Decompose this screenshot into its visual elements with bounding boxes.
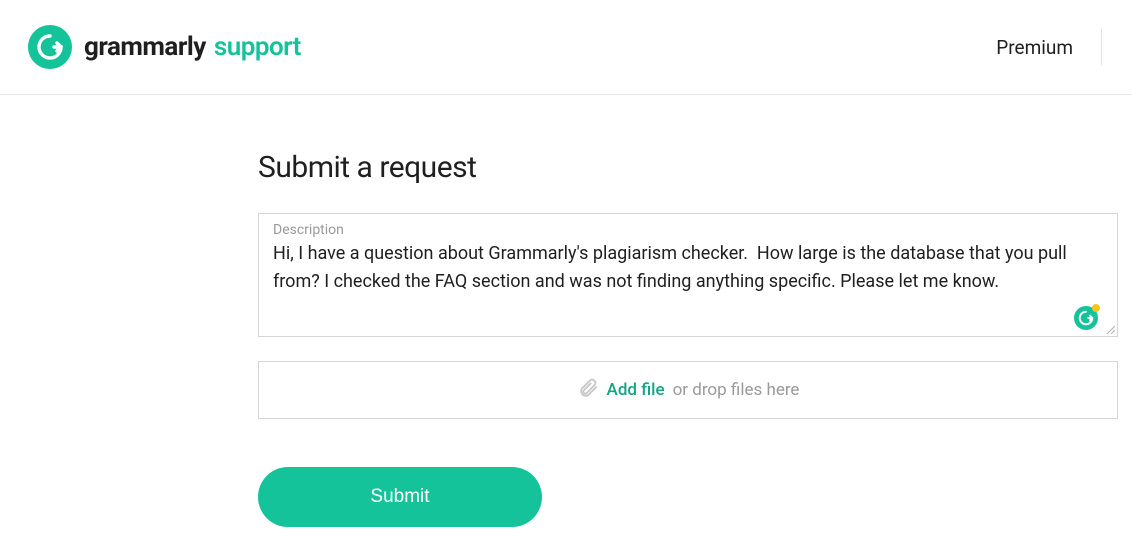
nav-premium-link[interactable]: Premium [996,29,1102,65]
grammarly-logo-icon [28,25,72,69]
paperclip-icon [577,377,599,404]
brand-text: grammarly support [84,32,301,62]
description-label: Description [273,222,1103,238]
resize-handle-icon [1105,324,1115,334]
site-header: grammarly support Premium [0,0,1132,95]
main-content: Submit a request Description Add file or… [258,95,1120,527]
description-field-wrap: Description [258,213,1118,337]
brand[interactable]: grammarly support [28,25,301,69]
brand-name: grammarly [84,32,206,62]
brand-sub: support [214,32,301,62]
g-icon [36,33,64,61]
file-dropzone[interactable]: Add file or drop files here [258,361,1118,419]
drop-hint: or drop files here [673,380,800,400]
submit-button[interactable]: Submit [258,467,542,527]
g-icon [1078,310,1094,326]
grammarly-extension-icon[interactable] [1074,306,1098,330]
page-title: Submit a request [258,150,1120,185]
nav-right: Premium [996,29,1102,65]
add-file-link[interactable]: Add file [607,380,665,400]
description-textarea[interactable] [273,240,1103,326]
